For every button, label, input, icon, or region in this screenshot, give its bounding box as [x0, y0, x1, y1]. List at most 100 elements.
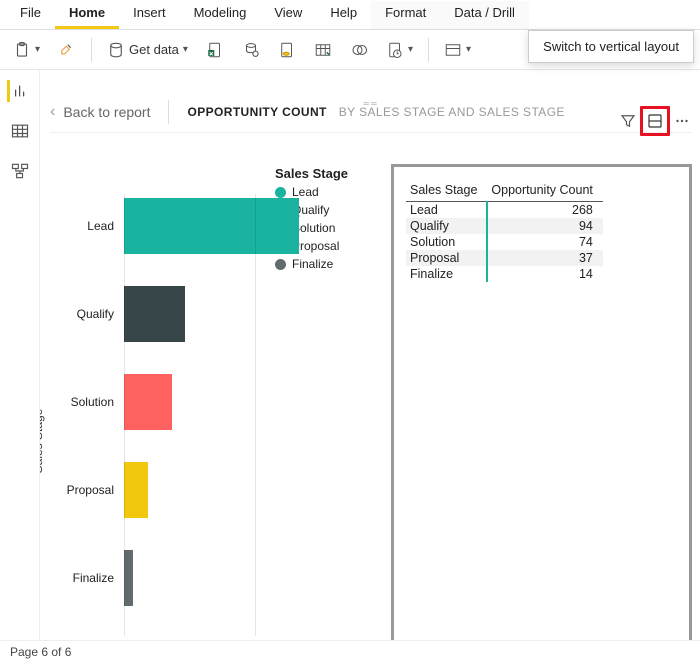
chevron-down-icon: ▾	[466, 44, 471, 55]
bar-category-label: Lead	[54, 219, 124, 233]
sql-button[interactable]	[273, 38, 301, 62]
cell-stage: Solution	[406, 234, 487, 250]
enter-data-button[interactable]	[309, 38, 337, 62]
nav-rail	[0, 70, 40, 640]
report-view-button[interactable]	[7, 80, 29, 102]
menu-help[interactable]: Help	[316, 1, 371, 29]
excel-icon	[206, 41, 224, 59]
more-options-button[interactable]	[672, 111, 692, 131]
bar-rect	[124, 374, 172, 430]
paste-button[interactable]: ▾	[8, 38, 45, 62]
transform-data-button[interactable]: ▾	[439, 38, 476, 62]
chevron-down-icon: ▾	[35, 44, 40, 55]
app-body: ══ ‹	[0, 70, 700, 640]
get-data-label: Get data	[129, 42, 179, 57]
ribbon: ▾ Get data ▾	[0, 30, 700, 70]
switch-layout-button[interactable]	[645, 111, 665, 131]
gridline	[255, 194, 256, 636]
table-header[interactable]: Sales Stage	[406, 181, 487, 202]
ribbon-separator	[428, 38, 429, 62]
visual-title: OPPORTUNITY COUNT	[187, 105, 326, 119]
bar-category-label: Solution	[54, 395, 124, 409]
visual-header-actions	[618, 106, 692, 136]
status-bar: Page 6 of 6	[0, 640, 700, 664]
menu-data-drill[interactable]: Data / Drill	[440, 1, 529, 29]
gridline	[124, 194, 125, 636]
back-to-report-link[interactable]: ‹ Back to report	[50, 103, 150, 121]
cell-count: 37	[487, 250, 602, 266]
chevron-down-icon: ▾	[408, 44, 413, 55]
menu-home[interactable]: Home	[55, 1, 119, 29]
cell-count: 14	[487, 266, 602, 282]
data-hub-icon	[242, 41, 260, 59]
menu-view[interactable]: View	[260, 1, 316, 29]
cell-count: 74	[487, 234, 602, 250]
top-menu: FileHomeInsertModelingViewHelpFormatData…	[0, 0, 700, 30]
bar-row[interactable]: Qualify	[124, 284, 185, 344]
recent-sources-button[interactable]: ▾	[381, 38, 418, 62]
ribbon-separator	[91, 38, 92, 62]
table-row[interactable]: Proposal37	[406, 250, 603, 266]
bar-row[interactable]: Lead	[124, 196, 299, 256]
separator	[168, 100, 169, 124]
cell-stage: Proposal	[406, 250, 487, 266]
menu-format[interactable]: Format	[371, 1, 440, 29]
page-indicator: Page 6 of 6	[10, 645, 71, 659]
tooltip-text: Switch to vertical layout	[543, 39, 679, 54]
bar-rect	[124, 462, 148, 518]
cell-stage: Qualify	[406, 218, 487, 234]
datahub-button[interactable]	[237, 38, 265, 62]
canvas: ══ ‹	[50, 100, 692, 640]
drag-handle[interactable]: ══	[351, 100, 391, 106]
data-view-button[interactable]	[9, 120, 31, 142]
bar-rect	[124, 550, 133, 606]
table-row[interactable]: Solution74	[406, 234, 603, 250]
visual-content: Sales Stage LeadQualifySolutionProposalF…	[50, 164, 692, 640]
bar-row[interactable]: Proposal	[124, 460, 148, 520]
chart-y-axis-label: Sales Stage	[40, 409, 45, 474]
chevron-left-icon: ‹	[50, 103, 55, 121]
canvas-wrap: ══ ‹	[40, 70, 700, 640]
bar-category-label: Qualify	[54, 307, 124, 321]
cell-count: 94	[487, 218, 602, 234]
chart-area[interactable]: Sales Stage LeadQualifySolutionProposalF…	[50, 176, 330, 640]
chevron-down-icon: ▾	[183, 44, 188, 55]
get-data-button[interactable]: Get data ▾	[102, 38, 193, 62]
dataverse-icon	[350, 41, 368, 59]
table-row[interactable]: Finalize14	[406, 266, 603, 282]
menu-modeling[interactable]: Modeling	[180, 1, 261, 29]
cell-count: 268	[487, 202, 602, 219]
cell-stage: Finalize	[406, 266, 487, 282]
clipboard-icon	[13, 41, 31, 59]
table-header[interactable]: Opportunity Count	[487, 181, 602, 202]
table-row[interactable]: Lead268	[406, 202, 603, 219]
table-row[interactable]: Qualify94	[406, 218, 603, 234]
format-painter-icon	[58, 41, 76, 59]
excel-source-button[interactable]	[201, 38, 229, 62]
bar-category-label: Proposal	[54, 483, 124, 497]
menu-insert[interactable]: Insert	[119, 1, 180, 29]
back-label: Back to report	[63, 104, 150, 120]
recent-icon	[386, 41, 404, 59]
dataverse-button[interactable]	[345, 38, 373, 62]
bar-row[interactable]: Finalize	[124, 548, 133, 608]
data-table: Sales StageOpportunity Count Lead268Qual…	[406, 181, 603, 282]
model-view-button[interactable]	[9, 160, 31, 182]
chart-x-axis: 0200	[124, 636, 320, 640]
sql-icon	[278, 41, 296, 59]
bar-row[interactable]: Solution	[124, 372, 172, 432]
chart-pane: Sales Stage LeadQualifySolutionProposalF…	[50, 164, 385, 640]
bar-category-label: Finalize	[54, 571, 124, 585]
cell-stage: Lead	[406, 202, 487, 219]
format-painter-button[interactable]	[53, 38, 81, 62]
bar-rect	[124, 286, 185, 342]
data-table-pane[interactable]: Sales StageOpportunity Count Lead268Qual…	[391, 164, 692, 640]
tooltip: Switch to vertical layout	[528, 30, 694, 63]
database-icon	[107, 41, 125, 59]
transform-icon	[444, 41, 462, 59]
filter-button[interactable]	[618, 111, 638, 131]
menu-file[interactable]: File	[6, 1, 55, 29]
bar-rect	[124, 198, 299, 254]
highlight-box	[640, 106, 670, 136]
enter-data-icon	[314, 41, 332, 59]
